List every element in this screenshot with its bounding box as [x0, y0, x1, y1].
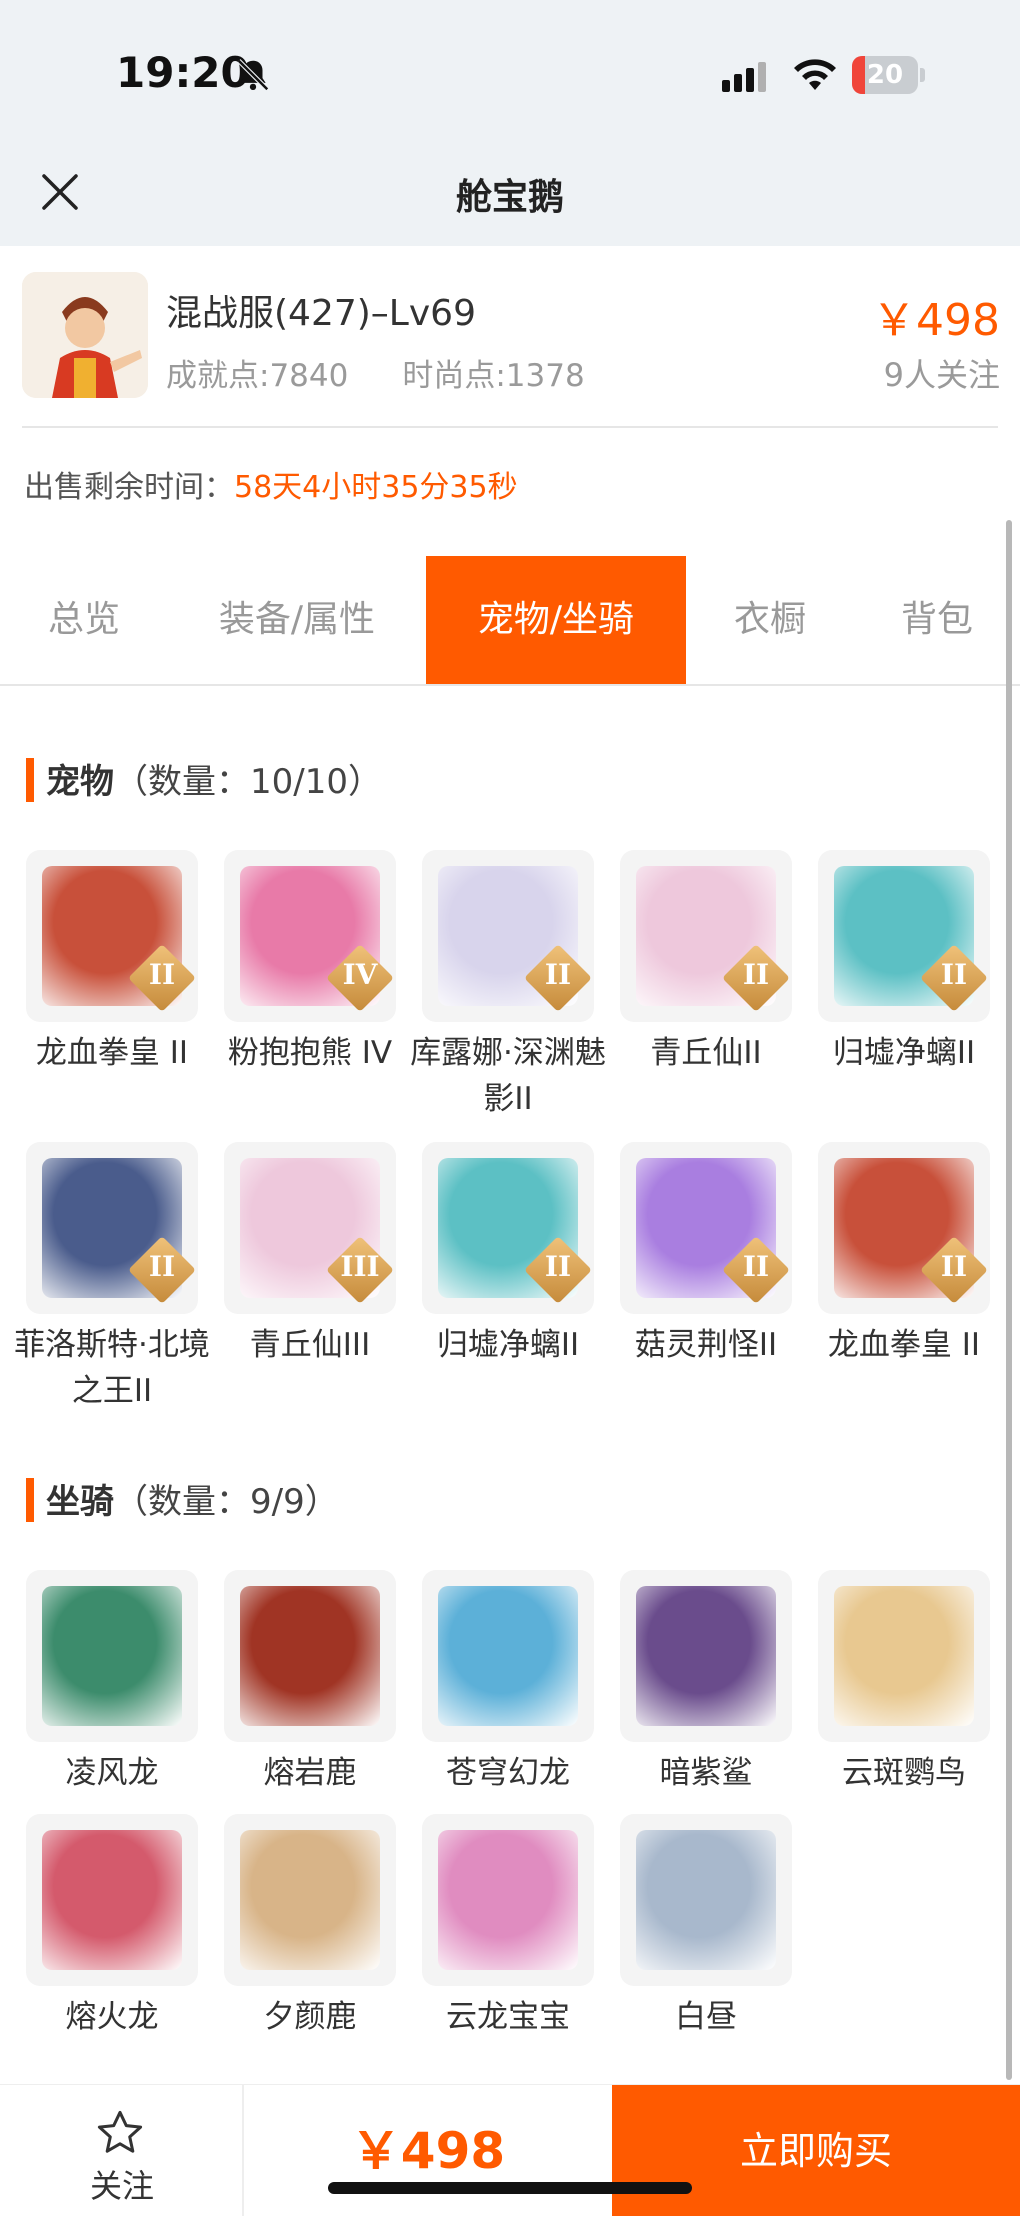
- mounts-section-title: 坐骑（数量：9/9）: [26, 1474, 339, 1526]
- rank-badge-text: II: [544, 958, 572, 991]
- character-avatar: [22, 272, 148, 398]
- tab-wardrobe[interactable]: 衣橱: [686, 556, 854, 684]
- pets-section-title: 宠物（数量：10/10）: [26, 754, 382, 806]
- mount-art: [42, 1830, 182, 1970]
- mount-name: 暗紫鲨: [659, 1755, 753, 1791]
- pet-thumbnail[interactable]: II: [26, 1142, 198, 1314]
- rank-badge-text: II: [742, 1250, 770, 1283]
- pet-name: 库露娜·深渊魅影II: [410, 1035, 606, 1117]
- wifi-icon: [794, 59, 836, 90]
- pet-name: 龙血拳皇 II: [827, 1327, 981, 1363]
- follower-count: 9人关注: [883, 356, 1000, 394]
- character-art: [22, 272, 148, 398]
- rank-badge-text: IV: [342, 958, 378, 991]
- battery-level: 20: [866, 60, 904, 90]
- mount-name: 云斑鹦鸟: [842, 1755, 966, 1791]
- tab-backpack[interactable]: 背包: [854, 556, 1020, 684]
- mount-thumbnail[interactable]: [26, 1814, 198, 1986]
- pet-name: 归墟净螭II: [832, 1035, 976, 1071]
- rank-badge-text: II: [742, 958, 770, 991]
- tab-equipment[interactable]: 装备/属性: [168, 556, 426, 684]
- mount-thumbnail[interactable]: [422, 1570, 594, 1742]
- rank-badge-text: II: [148, 958, 176, 991]
- tab-bar: 总览 装备/属性 宠物/坐骑 衣橱 背包: [0, 556, 1020, 686]
- rank-badge-text: II: [148, 1250, 176, 1283]
- star-icon: [97, 2110, 143, 2153]
- mount-art: [636, 1830, 776, 1970]
- pet-name: 菲洛斯特·北境之王II: [14, 1327, 210, 1409]
- mount-art: [834, 1586, 974, 1726]
- battery-icon: 20: [852, 56, 925, 94]
- pet-name: 龙血拳皇 II: [35, 1035, 189, 1071]
- mount-art: [438, 1830, 578, 1970]
- bottom-action-bar: 关注 ￥498 立即购买: [0, 2084, 1020, 2216]
- mounts-count: （数量：9/9）: [114, 1482, 339, 1522]
- remaining-time-label: 出售剩余时间：: [24, 470, 234, 505]
- mount-name: 夕颜鹿: [263, 1999, 357, 2035]
- mount-thumbnail[interactable]: [620, 1814, 792, 1986]
- signal-icon: [722, 62, 766, 92]
- product-stats: 成就点:7840 时尚点:1378: [166, 350, 639, 395]
- pet-thumbnail[interactable]: II: [422, 850, 594, 1022]
- pet-name: 粉抱抱熊 IV: [227, 1035, 393, 1071]
- mount-art: [438, 1586, 578, 1726]
- pet-thumbnail[interactable]: II: [620, 850, 792, 1022]
- mount-thumbnail[interactable]: [620, 1570, 792, 1742]
- mount-art: [42, 1586, 182, 1726]
- pet-thumbnail[interactable]: III: [224, 1142, 396, 1314]
- bell-slash-icon: [237, 59, 269, 91]
- buy-now-button[interactable]: 立即购买: [612, 2085, 1020, 2216]
- pet-name: 青丘仙II: [650, 1035, 762, 1071]
- mount-name: 熔火龙: [65, 1999, 159, 2035]
- divider: [22, 426, 998, 428]
- follow-label: 关注: [89, 2167, 154, 2205]
- pet-thumbnail[interactable]: II: [26, 850, 198, 1022]
- pet-thumbnail[interactable]: II: [620, 1142, 792, 1314]
- mount-name: 凌风龙: [65, 1755, 159, 1791]
- mount-name: 熔岩鹿: [263, 1755, 357, 1791]
- mount-thumbnail[interactable]: [422, 1814, 594, 1986]
- home-indicator: [328, 2182, 692, 2194]
- rank-badge-text: II: [940, 1250, 968, 1283]
- tab-overview[interactable]: 总览: [0, 556, 168, 684]
- mount-thumbnail[interactable]: [26, 1570, 198, 1742]
- follow-button[interactable]: 关注: [0, 2085, 244, 2216]
- status-time: 19:20: [116, 48, 250, 97]
- page-title: 舱宝鹅: [455, 177, 564, 218]
- pet-thumbnail[interactable]: IV: [224, 850, 396, 1022]
- mount-name: 白昼: [675, 1999, 737, 2035]
- remaining-time: 出售剩余时间：58天4小时35分35秒: [24, 462, 518, 506]
- mount-thumbnail[interactable]: [818, 1570, 990, 1742]
- remaining-time-value: 58天4小时35分35秒: [234, 470, 518, 505]
- mount-name: 苍穹幻龙: [446, 1755, 570, 1791]
- tab-pets-mounts[interactable]: 宠物/坐骑: [426, 556, 686, 684]
- mount-thumbnail[interactable]: [224, 1814, 396, 1986]
- fashion-points: 时尚点:1378: [402, 358, 585, 394]
- product-name: 混战服(427)–Lv69: [166, 293, 476, 334]
- pet-name: 菇灵荆怪II: [634, 1327, 778, 1363]
- pet-name: 归墟净螭II: [436, 1327, 580, 1363]
- mount-art: [636, 1586, 776, 1726]
- rank-badge-text: III: [340, 1250, 380, 1283]
- mount-art: [240, 1586, 380, 1726]
- scrollbar[interactable]: [1006, 520, 1012, 2080]
- pet-thumbnail[interactable]: II: [818, 1142, 990, 1314]
- mount-name: 云龙宝宝: [446, 1999, 570, 2035]
- rank-badge-text: II: [544, 1250, 572, 1283]
- rank-badge-text: II: [940, 958, 968, 991]
- top-header-area: 19:20 20 舱宝鹅: [0, 0, 1020, 246]
- product-summary: 混战服(427)–Lv69 成就点:7840 时尚点:1378 ￥498 9人关注: [0, 246, 1020, 426]
- mount-thumbnail[interactable]: [224, 1570, 396, 1742]
- pets-title: 宠物: [46, 762, 114, 802]
- pet-thumbnail[interactable]: II: [422, 1142, 594, 1314]
- pet-name: 青丘仙III: [249, 1327, 371, 1363]
- achievement-points: 成就点:7840: [166, 358, 349, 394]
- pet-thumbnail[interactable]: II: [818, 850, 990, 1022]
- bottom-price: ￥498: [350, 2122, 506, 2180]
- mount-art: [240, 1830, 380, 1970]
- pets-count: （数量：10/10）: [114, 762, 382, 802]
- product-price: ￥498: [872, 295, 1000, 346]
- mounts-title: 坐骑: [46, 1482, 114, 1522]
